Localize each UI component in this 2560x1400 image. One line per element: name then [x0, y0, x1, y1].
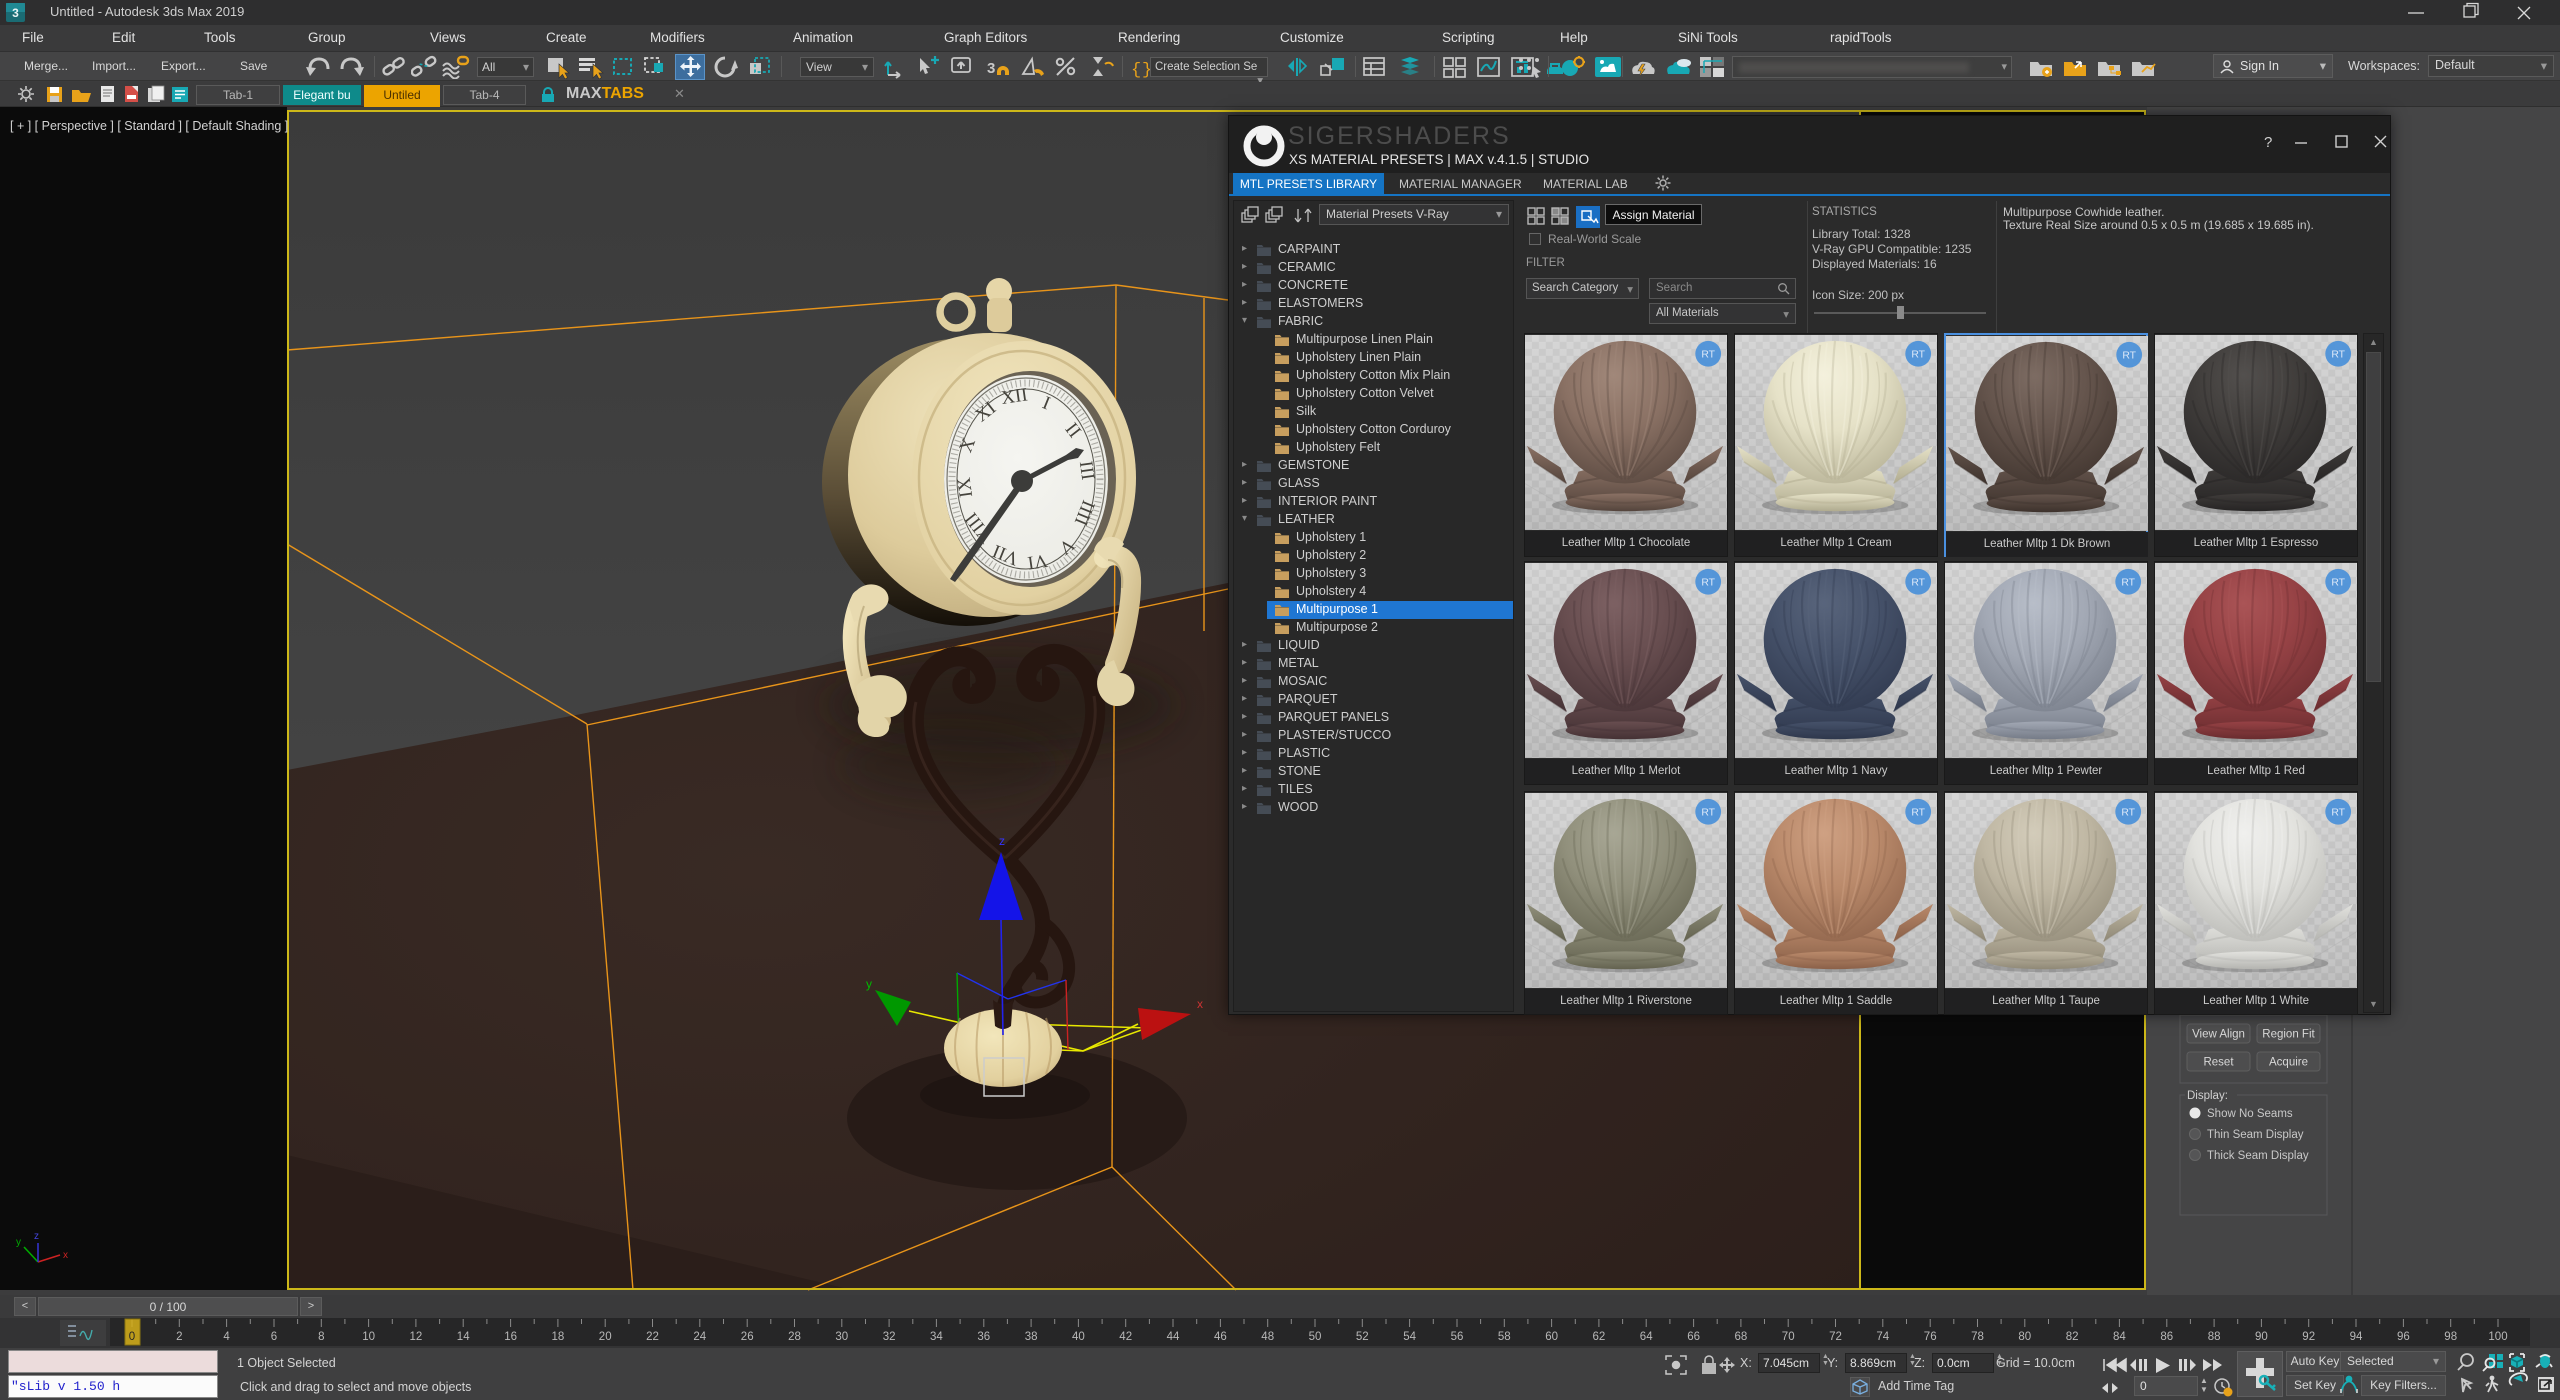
svg-text:3: 3 [12, 6, 19, 20]
svg-text:RT: RT [1911, 578, 1925, 589]
svg-text:82: 82 [2066, 1331, 2079, 1343]
svg-text:38: 38 [1025, 1331, 1038, 1343]
svg-text:70: 70 [1782, 1331, 1795, 1343]
svg-text:12: 12 [410, 1331, 423, 1343]
svg-text:24: 24 [693, 1331, 706, 1343]
svg-text:94: 94 [2350, 1331, 2363, 1343]
svg-text:98: 98 [2444, 1331, 2457, 1343]
svg-text:RT: RT [1701, 578, 1715, 589]
svg-text:RT: RT [2121, 578, 2135, 589]
svg-text:RT: RT [2122, 351, 2136, 362]
svg-text:Region Fit: Region Fit [2262, 1029, 2315, 1041]
svg-text:z: z [34, 1231, 39, 1242]
svg-text:48: 48 [1261, 1331, 1274, 1343]
svg-text:32: 32 [883, 1331, 896, 1343]
svg-text:30: 30 [835, 1331, 848, 1343]
svg-text:x: x [1197, 997, 1203, 1011]
svg-text:34: 34 [930, 1331, 943, 1343]
svg-text:[ + ] [ Perspective ] [ Standa: [ + ] [ Perspective ] [ Standard ] [ Def… [10, 119, 288, 133]
svg-text:84: 84 [2113, 1331, 2126, 1343]
svg-text:y: y [866, 977, 872, 991]
svg-text:III: III [1075, 460, 1098, 482]
svg-text:100: 100 [2488, 1331, 2507, 1343]
svg-text:96: 96 [2397, 1331, 2410, 1343]
svg-text:RT: RT [2331, 578, 2345, 589]
svg-text:XII: XII [1000, 384, 1029, 408]
svg-text:40: 40 [1072, 1331, 1085, 1343]
svg-text:18: 18 [552, 1331, 565, 1343]
svg-text:Acquire: Acquire [2269, 1057, 2308, 1069]
svg-text:52: 52 [1356, 1331, 1369, 1343]
svg-text:44: 44 [1167, 1331, 1180, 1343]
svg-text:76: 76 [1924, 1331, 1937, 1343]
svg-text:54: 54 [1403, 1331, 1416, 1343]
svg-text:0: 0 [129, 1331, 135, 1343]
svg-text:36: 36 [977, 1331, 990, 1343]
svg-text:2: 2 [176, 1331, 182, 1343]
svg-text:56: 56 [1451, 1331, 1464, 1343]
svg-text:10: 10 [362, 1331, 375, 1343]
svg-text:RT: RT [1911, 808, 1925, 819]
svg-text:Thin Seam Display: Thin Seam Display [2207, 1129, 2304, 1141]
svg-text:88: 88 [2208, 1331, 2221, 1343]
svg-text:View Align: View Align [2192, 1029, 2245, 1041]
svg-text:RT: RT [2331, 350, 2345, 361]
svg-text:RT: RT [2331, 808, 2345, 819]
svg-text:Display:: Display: [2187, 1090, 2228, 1102]
svg-text:50: 50 [1309, 1331, 1322, 1343]
svg-text:3: 3 [987, 60, 995, 77]
svg-text:68: 68 [1735, 1331, 1748, 1343]
svg-text:28: 28 [788, 1331, 801, 1343]
svg-text:26: 26 [741, 1331, 754, 1343]
svg-text:RT: RT [1701, 350, 1715, 361]
svg-text:42: 42 [1119, 1331, 1132, 1343]
svg-text:RT: RT [1911, 350, 1925, 361]
svg-text:IX: IX [954, 476, 978, 499]
svg-text:86: 86 [2160, 1331, 2173, 1343]
svg-text:78: 78 [1971, 1331, 1984, 1343]
svg-text:72: 72 [1829, 1331, 1842, 1343]
svg-text:46: 46 [1214, 1331, 1227, 1343]
svg-text:22: 22 [646, 1331, 659, 1343]
svg-text:60: 60 [1545, 1331, 1558, 1343]
svg-text:y: y [16, 1237, 21, 1248]
svg-text:VI: VI [1026, 550, 1049, 574]
svg-text:16: 16 [504, 1331, 517, 1343]
svg-text:z: z [999, 834, 1005, 848]
svg-text:{: { [1131, 61, 1141, 79]
svg-text:92: 92 [2302, 1331, 2315, 1343]
svg-text:62: 62 [1593, 1331, 1606, 1343]
svg-text:Reset: Reset [2203, 1057, 2234, 1069]
svg-text:90: 90 [2255, 1331, 2268, 1343]
svg-text:20: 20 [599, 1331, 612, 1343]
svg-text:Show No Seams: Show No Seams [2207, 1108, 2293, 1120]
svg-text:8: 8 [318, 1331, 324, 1343]
svg-text:66: 66 [1687, 1331, 1700, 1343]
svg-text:4: 4 [223, 1331, 230, 1343]
svg-text:74: 74 [1876, 1331, 1889, 1343]
svg-text:RT: RT [1701, 808, 1715, 819]
svg-text:80: 80 [2018, 1331, 2031, 1343]
svg-text:14: 14 [457, 1331, 470, 1343]
svg-text:6: 6 [271, 1331, 277, 1343]
svg-text:58: 58 [1498, 1331, 1511, 1343]
svg-text:RT: RT [2121, 808, 2135, 819]
svg-text:64: 64 [1640, 1331, 1653, 1343]
svg-text:x: x [63, 1250, 68, 1261]
svg-text:Thick Seam Display: Thick Seam Display [2207, 1150, 2309, 1162]
